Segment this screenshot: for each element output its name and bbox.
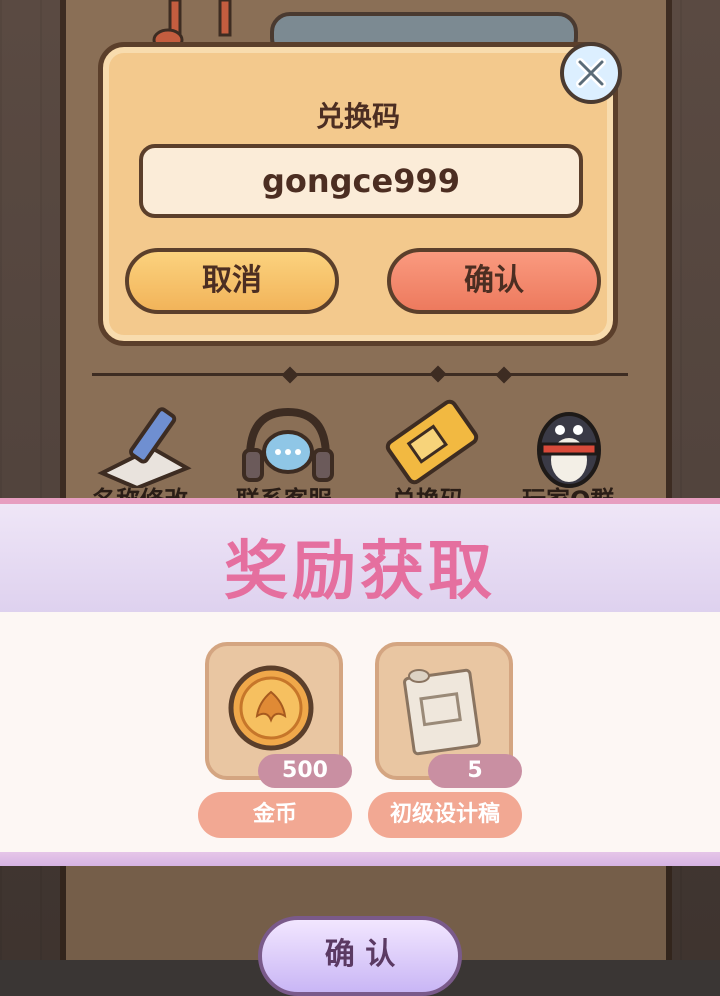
divider	[92, 373, 628, 376]
headset-icon	[242, 407, 334, 482]
reward-quantity-badge: 5	[428, 754, 522, 788]
pencil-icon	[97, 407, 192, 488]
confirm-button[interactable]: 确认	[387, 248, 601, 314]
redeem-code-dialog: 兑换码 gongce999 取消 确认	[98, 42, 618, 346]
reward-title: 奖励获取	[224, 535, 496, 609]
ticket-icon	[385, 399, 479, 485]
cancel-button[interactable]: 取消	[125, 248, 339, 314]
redeem-code-input[interactable]: gongce999	[139, 144, 583, 218]
dialog-title: 兑换码	[315, 100, 400, 133]
reward-name-label: 初级设计稿	[368, 792, 522, 838]
reward-panel-border	[0, 852, 720, 866]
reward-name-label: 金币	[198, 792, 352, 838]
penguin-icon	[537, 412, 601, 488]
reward-quantity-badge: 500	[258, 754, 352, 788]
reward-confirm-button[interactable]: 确 认	[258, 916, 462, 996]
close-icon[interactable]	[560, 42, 622, 104]
reward-panel	[0, 612, 720, 852]
